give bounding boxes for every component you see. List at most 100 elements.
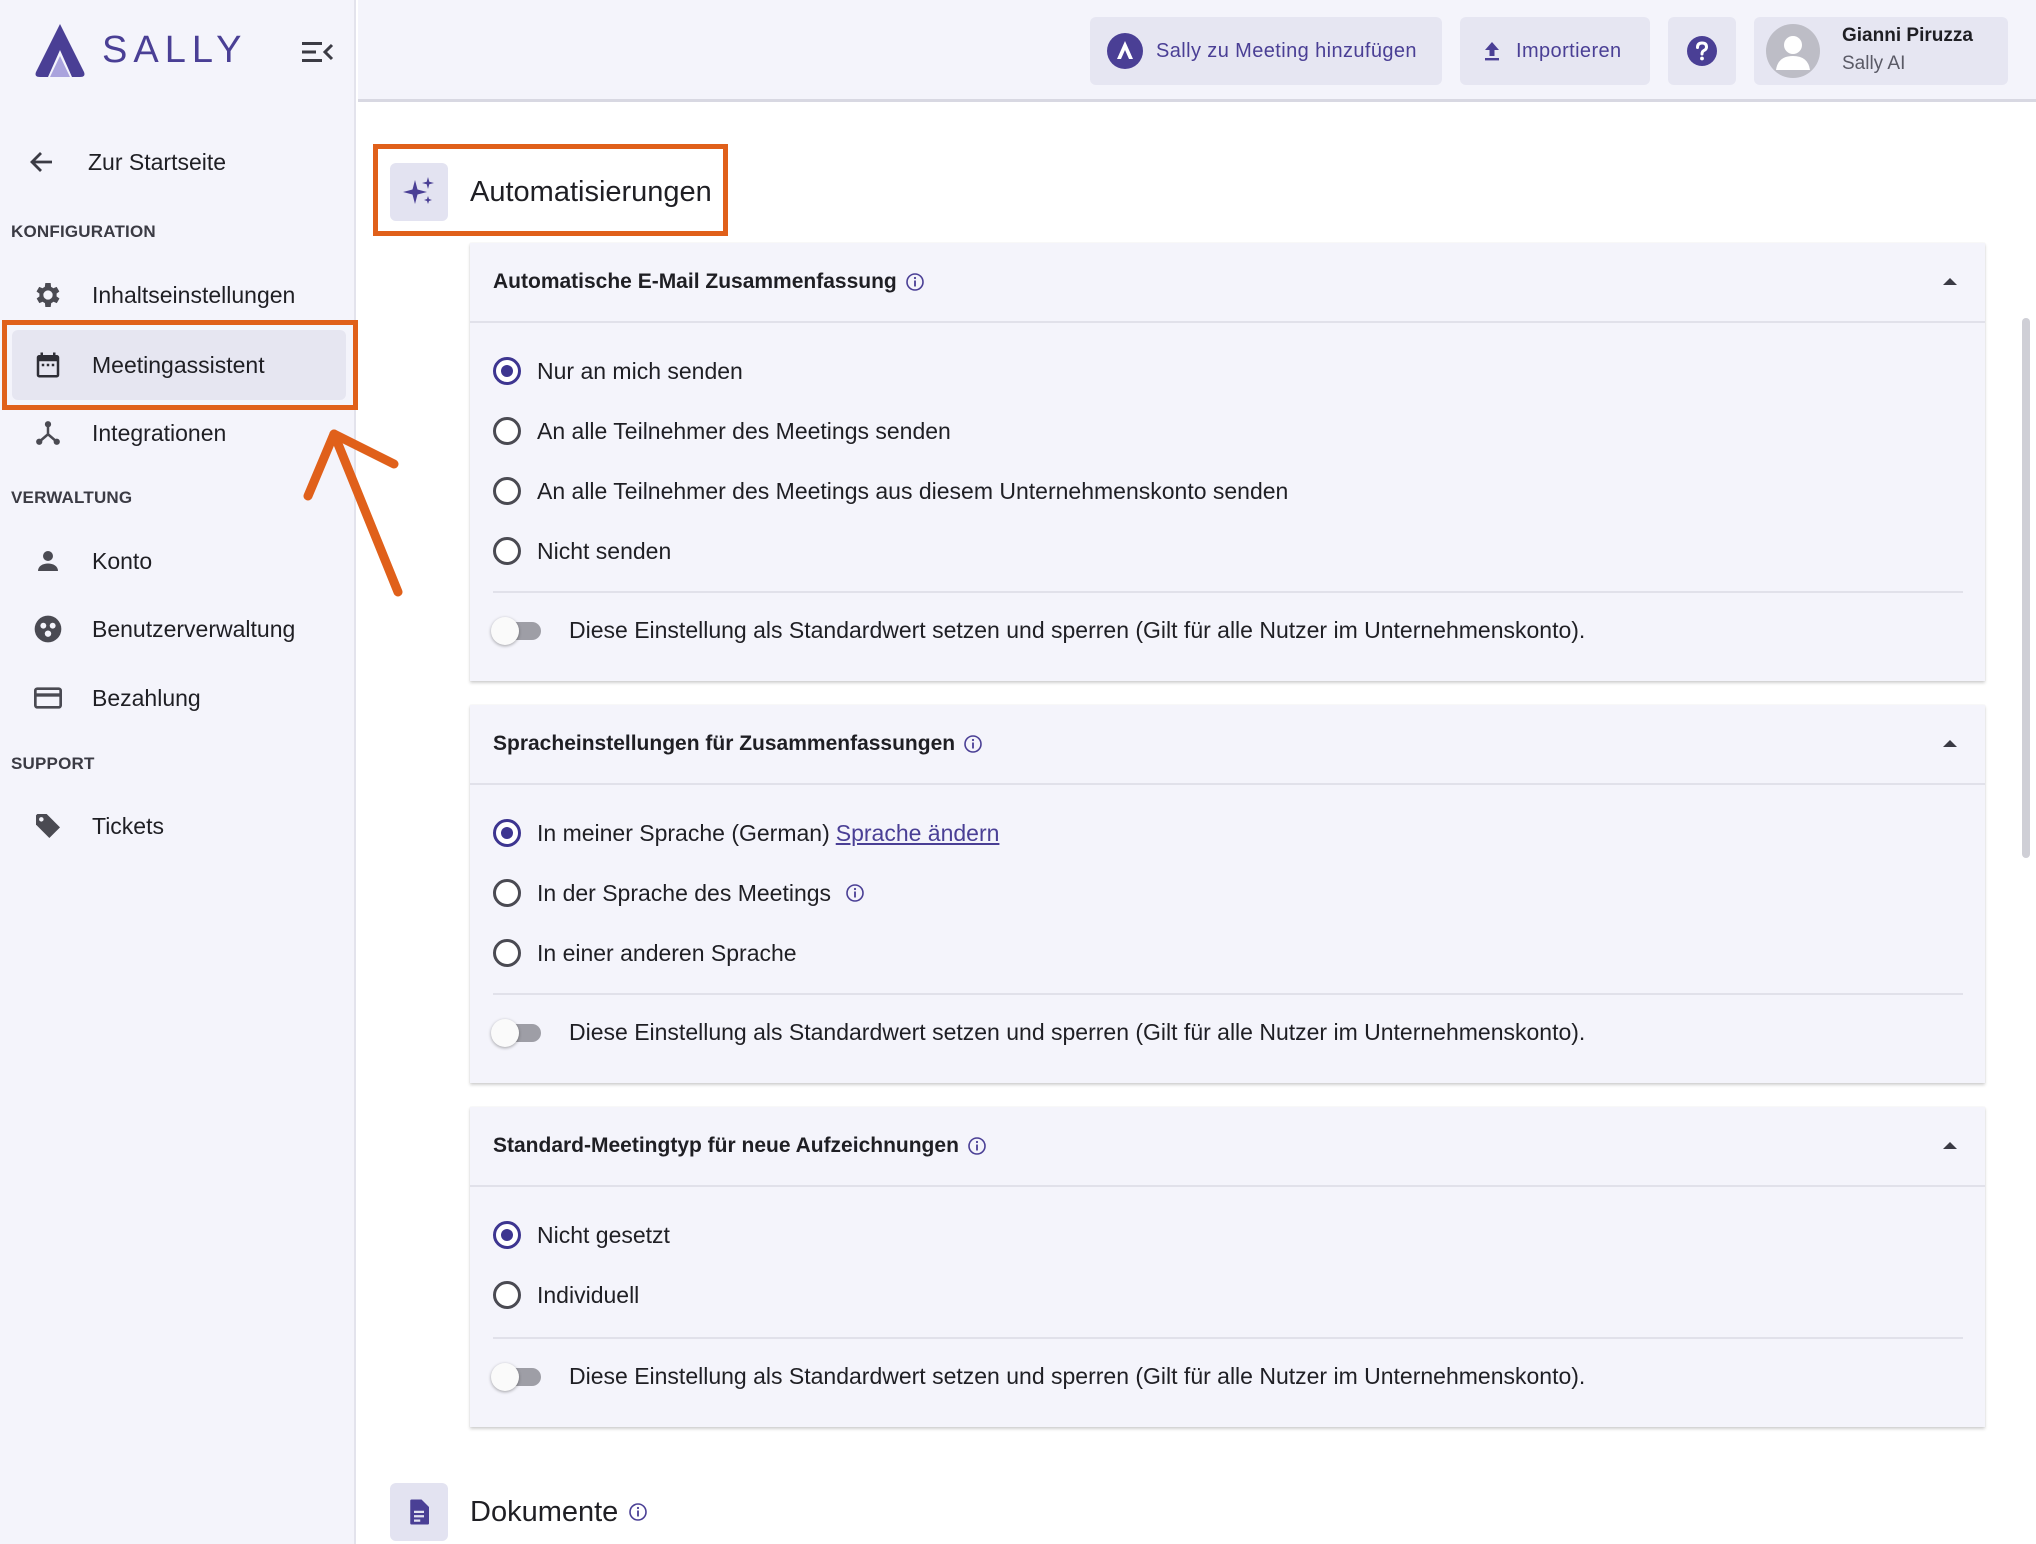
collapse-menu-icon[interactable]: [300, 38, 334, 66]
person-icon: [30, 543, 66, 579]
radio-button[interactable]: [493, 939, 521, 967]
radio-button[interactable]: [493, 1221, 521, 1249]
change-language-link[interactable]: Sprache ändern: [836, 820, 1000, 847]
user-name: Gianni Piruzza: [1842, 25, 1973, 46]
info-icon[interactable]: [905, 272, 925, 292]
lock-default-toggle[interactable]: [491, 615, 543, 645]
lock-default-toggle[interactable]: [491, 1017, 543, 1047]
section-title: Dokumente: [470, 1495, 619, 1528]
sidebar-item-label: Bezahlung: [92, 684, 201, 711]
scrollbar[interactable]: [2022, 318, 2030, 858]
brand[interactable]: SALLY: [28, 20, 247, 80]
radio-option[interactable]: An alle Teilnehmer des Meetings senden: [493, 417, 951, 445]
toggle-label: Diese Einstellung als Standardwert setze…: [569, 1018, 1586, 1045]
radio-option[interactable]: In der Sprache des Meetings: [493, 879, 865, 907]
radio-button[interactable]: [493, 477, 521, 505]
divider: [493, 993, 1963, 995]
radio-option[interactable]: In meiner Sprache (German) Sprache änder…: [493, 819, 999, 847]
radio-option[interactable]: Nur an mich senden: [493, 357, 743, 385]
sidebar-item-label: Konto: [92, 547, 153, 574]
radio-option[interactable]: Nicht senden: [493, 537, 671, 565]
help-button[interactable]: [1668, 17, 1736, 85]
radio-button[interactable]: [493, 819, 521, 847]
card-email-summary: Automatische E-Mail Zusammenfassung Nur …: [470, 243, 1985, 681]
back-to-home-link[interactable]: Zur Startseite: [28, 140, 226, 184]
section-header-automatisierungen: Automatisierungen: [390, 163, 712, 221]
sally-logo-icon: [1107, 33, 1143, 69]
radio-button[interactable]: [493, 357, 521, 385]
toggle-label: Diese Einstellung als Standardwert setze…: [569, 616, 1586, 643]
add-sally-to-meeting-button[interactable]: Sally zu Meeting hinzufügen: [1090, 17, 1442, 85]
sidebar-item-label: Benutzerverwaltung: [92, 615, 296, 642]
radio-button[interactable]: [493, 879, 521, 907]
sidebar-item-tickets[interactable]: Tickets: [12, 791, 346, 861]
info-icon[interactable]: [963, 734, 983, 754]
import-button[interactable]: Importieren: [1460, 17, 1650, 85]
credit-card-icon: [30, 680, 66, 716]
section-title-konfiguration: KONFIGURATION: [11, 222, 156, 241]
section-title-support: SUPPORT: [11, 754, 95, 773]
chevron-up-icon[interactable]: [1943, 278, 1957, 285]
users-icon: [30, 611, 66, 647]
tag-icon: [30, 808, 66, 844]
add-sally-label: Sally zu Meeting hinzufügen: [1156, 39, 1417, 62]
sidebar-item-label: Meetingassistent: [92, 351, 265, 378]
info-icon[interactable]: [628, 1502, 648, 1522]
info-icon[interactable]: [967, 1136, 987, 1156]
radio-label: In meiner Sprache (German): [537, 819, 830, 846]
radio-label: An alle Teilnehmer des Meetings aus dies…: [537, 477, 1289, 504]
user-menu[interactable]: Gianni Piruzza Sally AI: [1754, 17, 2008, 85]
radio-label: An alle Teilnehmer des Meetings senden: [537, 417, 951, 444]
avatar: [1766, 24, 1820, 78]
radio-option[interactable]: Individuell: [493, 1281, 639, 1309]
arrow-left-icon: [30, 152, 52, 172]
integration-icon: [30, 415, 66, 451]
card-header[interactable]: Standard-Meetingtyp für neue Aufzeichnun…: [470, 1107, 1985, 1187]
sidebar-item-bezahlung[interactable]: Bezahlung: [12, 663, 346, 733]
toggle-label: Diese Einstellung als Standardwert setze…: [569, 1362, 1586, 1389]
sidebar-item-label: Integrationen: [92, 419, 227, 446]
info-icon[interactable]: [845, 883, 865, 903]
lock-default-toggle-row[interactable]: Diese Einstellung als Standardwert setze…: [491, 615, 1585, 645]
upload-icon: [1485, 42, 1499, 61]
sally-logo-icon: [35, 24, 85, 77]
card-title: Spracheinstellungen für Zusammenfassunge…: [493, 732, 956, 755]
radio-label: Nur an mich senden: [537, 357, 743, 384]
sidebar-item-konto[interactable]: Konto: [12, 526, 346, 596]
sidebar-item-label: Tickets: [92, 812, 164, 839]
card-default-meeting-type: Standard-Meetingtyp für neue Aufzeichnun…: [470, 1107, 1985, 1427]
sidebar-item-meetingassistent[interactable]: Meetingassistent: [12, 330, 346, 400]
user-organization: Sally AI: [1842, 53, 1906, 74]
divider: [493, 1337, 1963, 1339]
section-header-dokumente: Dokumente: [390, 1483, 648, 1541]
chevron-up-icon[interactable]: [1943, 740, 1957, 747]
radio-label: In der Sprache des Meetings: [537, 879, 832, 906]
radio-option[interactable]: Nicht gesetzt: [493, 1221, 670, 1249]
radio-button[interactable]: [493, 537, 521, 565]
person-icon: [1776, 36, 1810, 70]
card-language-settings: Spracheinstellungen für Zusammenfassunge…: [470, 705, 1985, 1083]
radio-option[interactable]: In einer anderen Sprache: [493, 939, 797, 967]
radio-button[interactable]: [493, 1281, 521, 1309]
sparkles-icon: [390, 163, 448, 221]
sidebar-item-label: Inhaltseinstellungen: [92, 281, 296, 308]
radio-option[interactable]: An alle Teilnehmer des Meetings aus dies…: [493, 477, 1288, 505]
sidebar-item-integrationen[interactable]: Integrationen: [12, 398, 346, 468]
card-header[interactable]: Spracheinstellungen für Zusammenfassunge…: [470, 705, 1985, 785]
card-header[interactable]: Automatische E-Mail Zusammenfassung: [470, 243, 1985, 323]
chevron-up-icon[interactable]: [1943, 1142, 1957, 1149]
lock-default-toggle-row[interactable]: Diese Einstellung als Standardwert setze…: [491, 1017, 1585, 1047]
sidebar-item-benutzerverwaltung[interactable]: Benutzerverwaltung: [12, 594, 346, 664]
section-title-verwaltung: VERWALTUNG: [11, 488, 133, 507]
section-title: Automatisierungen: [470, 175, 712, 208]
lock-default-toggle[interactable]: [491, 1361, 543, 1391]
sidebar-item-inhaltseinstellungen[interactable]: Inhaltseinstellungen: [12, 260, 346, 330]
radio-button[interactable]: [493, 417, 521, 445]
import-label: Importieren: [1516, 39, 1622, 62]
lock-default-toggle-row[interactable]: Diese Einstellung als Standardwert setze…: [491, 1361, 1585, 1391]
document-icon: [390, 1483, 448, 1541]
radio-label: Nicht senden: [537, 537, 672, 564]
radio-label: Individuell: [537, 1281, 640, 1308]
calendar-icon: [30, 347, 66, 383]
radio-label: In einer anderen Sprache: [537, 939, 797, 966]
